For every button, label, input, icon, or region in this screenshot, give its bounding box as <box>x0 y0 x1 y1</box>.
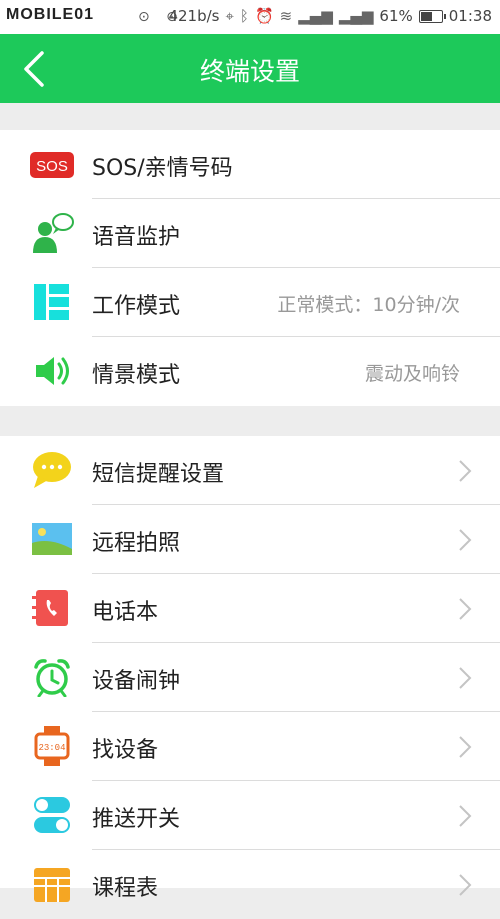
svg-text:SOS: SOS <box>36 158 68 175</box>
alarm-clock-icon <box>34 659 70 697</box>
status-bar: MOBILE01 ⊙ ⊙ 421b/s ⌖ ᛒ ⏰ ≋ ▂▄▆ ▂▄▆ 61% … <box>0 0 500 34</box>
network-speed: 421b/s <box>168 7 220 25</box>
row-label: 工作模式 <box>92 294 181 319</box>
status-right: 421b/s ⌖ ᛒ ⏰ ≋ ▂▄▆ ▂▄▆ 61% 01:38 <box>168 7 492 25</box>
photo-icon <box>32 523 72 555</box>
settings-row-work-mode[interactable]: 工作模式 正常模式：10分钟/次 <box>0 268 500 337</box>
chevron-right-icon <box>459 529 472 551</box>
settings-group-features: 短信提醒设置 远程拍照 电话本 设备闹钟 23:04 找设备 推送开关 课程表 <box>0 436 500 902</box>
page-title: 终端设置 <box>199 57 300 86</box>
app-header: 终端设置 <box>0 34 500 103</box>
signal-icon-2: ▂▄▆ <box>338 7 374 25</box>
chevron-right-icon <box>459 874 472 896</box>
row-label: 电话本 <box>92 600 159 625</box>
row-label: 推送开关 <box>92 807 181 832</box>
settings-group-basic: SOS SOS/亲情号码 语音监护 工作模式 正常模式：10分钟/次 情景模式 … <box>0 130 500 406</box>
wifi-icon: ≋ <box>279 7 293 25</box>
settings-row-find-device[interactable]: 23:04 找设备 <box>0 712 500 781</box>
svg-text:23:04: 23:04 <box>38 743 65 753</box>
row-label: 找设备 <box>92 738 159 763</box>
watermark-logo: MOBILE01 <box>6 6 95 23</box>
chevron-right-icon <box>459 667 472 689</box>
settings-row-push-switch[interactable]: 推送开关 <box>0 781 500 850</box>
row-label: 课程表 <box>92 876 159 901</box>
chevron-right-icon <box>459 460 472 482</box>
work-mode-icon <box>34 284 69 320</box>
chevron-right-icon <box>459 598 472 620</box>
location-icon: ⌖ <box>225 7 234 25</box>
settings-row-voice-monitor[interactable]: 语音监护 <box>0 199 500 268</box>
timetable-icon <box>34 868 70 902</box>
row-label: 远程拍照 <box>92 531 181 556</box>
battery-percent: 61% <box>379 7 413 25</box>
row-label: SOS/亲情号码 <box>92 156 233 181</box>
toggle-icon <box>34 797 70 833</box>
row-label: 情景模式 <box>92 363 181 388</box>
chevron-right-icon <box>459 736 472 758</box>
settings-row-sos[interactable]: SOS SOS/亲情号码 <box>0 130 500 199</box>
watch-icon: 23:04 <box>34 726 70 766</box>
settings-row-scene-mode[interactable]: 情景模式 震动及响铃 <box>0 337 500 406</box>
row-label: 语音监护 <box>92 225 181 250</box>
row-value: 震动及响铃 <box>364 363 460 385</box>
battery-icon <box>418 9 446 23</box>
speaker-icon <box>36 357 69 385</box>
settings-row-phonebook[interactable]: 电话本 <box>0 574 500 643</box>
row-label: 短信提醒设置 <box>92 462 225 487</box>
settings-row-remote-photo[interactable]: 远程拍照 <box>0 505 500 574</box>
phonebook-icon <box>32 590 68 626</box>
row-value: 正常模式：10分钟/次 <box>277 294 460 316</box>
voice-monitor-icon <box>33 213 74 253</box>
settings-row-device-alarm[interactable]: 设备闹钟 <box>0 643 500 712</box>
sms-icon <box>33 452 71 488</box>
signal-icon: ▂▄▆ <box>298 7 333 25</box>
row-label: 设备闹钟 <box>92 669 181 694</box>
chevron-right-icon <box>459 805 472 827</box>
settings-row-timetable[interactable]: 课程表 <box>0 850 500 919</box>
settings-row-sms-reminder[interactable]: 短信提醒设置 <box>0 436 500 505</box>
alarm-icon: ⏰ <box>254 7 274 25</box>
bluetooth-icon: ᛒ <box>239 7 249 25</box>
clock: 01:38 <box>448 7 492 25</box>
sos-icon: SOS <box>30 152 74 178</box>
